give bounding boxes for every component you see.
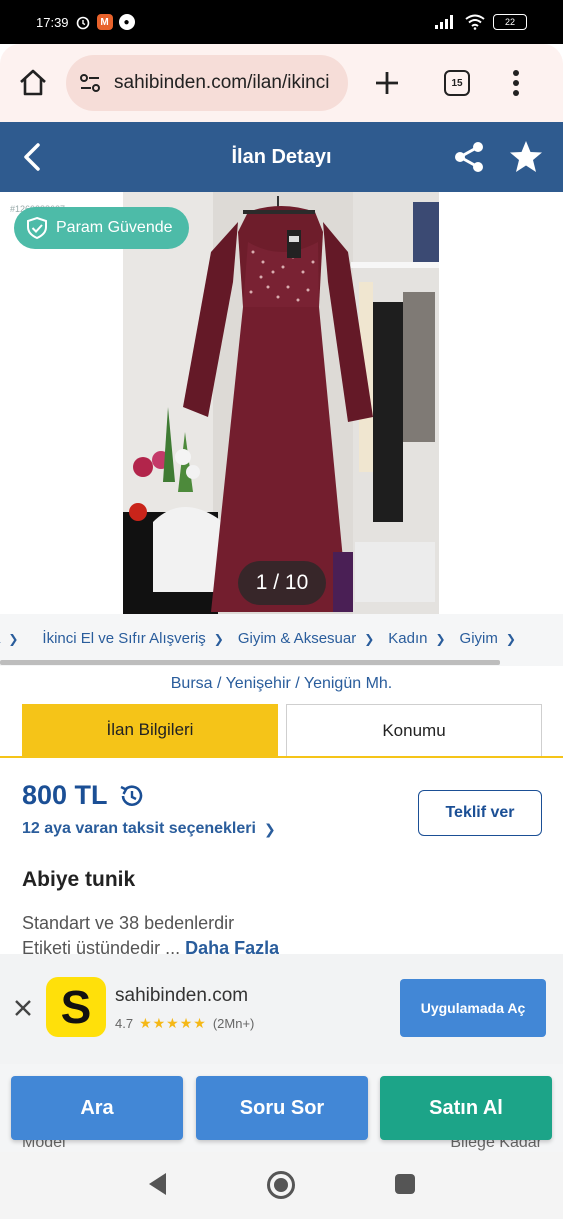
app-logo: S [46, 977, 106, 1037]
image-gallery[interactable]: #1260288627 Param Güvende 1 / 10 [0, 192, 563, 614]
tab-count: 15 [444, 70, 470, 96]
action-bar: Model Bilege Kadar Ara Soru Sor Satın Al [0, 1064, 563, 1152]
breadcrumb-item[interactable]: İkinci El ve Sıfır Alışveriş ❯ [42, 630, 223, 647]
open-in-app-button[interactable]: Uygulamada Aç [400, 979, 546, 1037]
buy-button[interactable]: Satın Al [380, 1076, 552, 1140]
nav-recents-icon[interactable] [393, 1170, 417, 1203]
call-button[interactable]: Ara [11, 1076, 183, 1140]
description-text: Etiketi üstündedir ... [22, 938, 181, 954]
mail-app-icon: M [96, 14, 113, 30]
app-name: sahibinden.com [115, 985, 249, 1006]
price-value: 800 TL [22, 780, 108, 810]
breadcrumb[interactable]: a❯ İkinci El ve Sıfır Alışveriş ❯ Giyim &… [0, 614, 563, 666]
tabs-icon[interactable]: 15 [444, 70, 470, 96]
app-rating: 4.7 ★★★★★ (2Mn+) [115, 1015, 254, 1032]
star-icon[interactable] [508, 139, 544, 175]
close-icon[interactable] [12, 997, 34, 1019]
history-icon[interactable] [118, 782, 146, 810]
share-icon[interactable] [452, 140, 486, 174]
signal-icon [435, 15, 453, 29]
breadcrumb-item[interactable]: Kadın ❯ [388, 630, 445, 647]
ask-question-button[interactable]: Soru Sor [196, 1076, 368, 1140]
param-guvende-label: Param Güvende [56, 219, 173, 236]
param-guvende-badge[interactable]: Param Güvende [14, 207, 189, 249]
shield-check-icon [27, 216, 47, 240]
breadcrumb-item[interactable]: a❯ [0, 630, 18, 647]
nav-home-icon[interactable] [266, 1170, 296, 1205]
listing-title: Abiye tunik [22, 868, 136, 891]
nav-back-icon[interactable] [146, 1170, 170, 1203]
chevron-right-icon: ❯ [505, 631, 516, 646]
chevron-right-icon: ❯ [263, 820, 276, 837]
installment-label: 12 aya varan taksit seçenekleri [22, 820, 256, 837]
listing-info: 800 TL 12 aya varan taksit seçenekleri ❯… [0, 758, 563, 954]
address-bar[interactable]: sahibinden.com/ilan/ikinci [66, 55, 348, 111]
rating-value: 4.7 [115, 1016, 134, 1031]
price: 800 TL [22, 780, 146, 811]
breadcrumb-item[interactable]: Giyim ❯ [460, 630, 516, 647]
rating-count: (2Mn+) [212, 1016, 255, 1031]
breadcrumb-label: Giyim & Aksesuar [237, 630, 357, 647]
app-install-banner: S sahibinden.com 4.7 ★★★★★ (2Mn+) Uygula… [0, 954, 563, 1064]
breadcrumb-scrollbar[interactable] [0, 660, 500, 665]
app-header: İlan Detayı [0, 122, 563, 192]
installment-link[interactable]: 12 aya varan taksit seçenekleri ❯ [22, 820, 276, 838]
home-icon[interactable] [16, 66, 50, 100]
status-time: 17:39 [36, 14, 69, 30]
breadcrumb-label: İkinci El ve Sıfır Alışveriş [42, 630, 206, 647]
description-line: Standart ve 38 bedenlerdir [22, 913, 235, 933]
chevron-right-icon: ❯ [364, 631, 375, 646]
chevron-right-icon: ❯ [213, 631, 224, 646]
tab-konumu[interactable]: Konumu [286, 704, 542, 756]
breadcrumb-list: a❯ İkinci El ve Sıfır Alışveriş ❯ Giyim &… [0, 630, 530, 647]
rating-stars-icon: ★★★★★ [139, 1015, 207, 1031]
more-link[interactable]: Daha Fazla [185, 938, 279, 954]
description-line: Etiketi üstündedir ... Daha Fazla [22, 938, 279, 954]
status-right: 22 [435, 14, 527, 30]
android-icon: ● [118, 14, 135, 30]
back-icon[interactable] [20, 142, 44, 172]
battery-indicator: 22 [493, 14, 527, 30]
more-vert-icon[interactable] [512, 69, 520, 97]
photo-counter: 1 / 10 [238, 561, 326, 605]
wifi-icon [465, 14, 485, 30]
detail-tabs: İlan Bilgileri Konumu [0, 702, 563, 758]
plus-icon[interactable] [372, 68, 402, 98]
breadcrumb-label: Giyim [459, 630, 498, 647]
site-settings-icon[interactable] [78, 71, 102, 95]
listing-photo[interactable] [123, 192, 439, 614]
breadcrumb-item[interactable]: Giyim & Aksesuar ❯ [238, 630, 374, 647]
breadcrumb-label: Kadın [388, 630, 428, 647]
system-nav-bar [0, 1152, 563, 1219]
status-left: 17:39 M ● [36, 14, 135, 30]
tab-ilan-bilgileri[interactable]: İlan Bilgileri [22, 704, 278, 756]
url-text: sahibinden.com/ilan/ikinci [114, 72, 330, 93]
status-bar: 17:39 M ● 22 [0, 0, 563, 44]
offer-button[interactable]: Teklif ver [418, 790, 542, 836]
location-link[interactable]: Bursa / Yenişehir / Yenigün Mh. [0, 666, 563, 702]
chevron-right-icon: ❯ [435, 631, 446, 646]
alarm-icon [76, 16, 89, 30]
browser-toolbar: sahibinden.com/ilan/ikinci 15 [0, 44, 563, 122]
chevron-right-icon: ❯ [8, 631, 19, 646]
